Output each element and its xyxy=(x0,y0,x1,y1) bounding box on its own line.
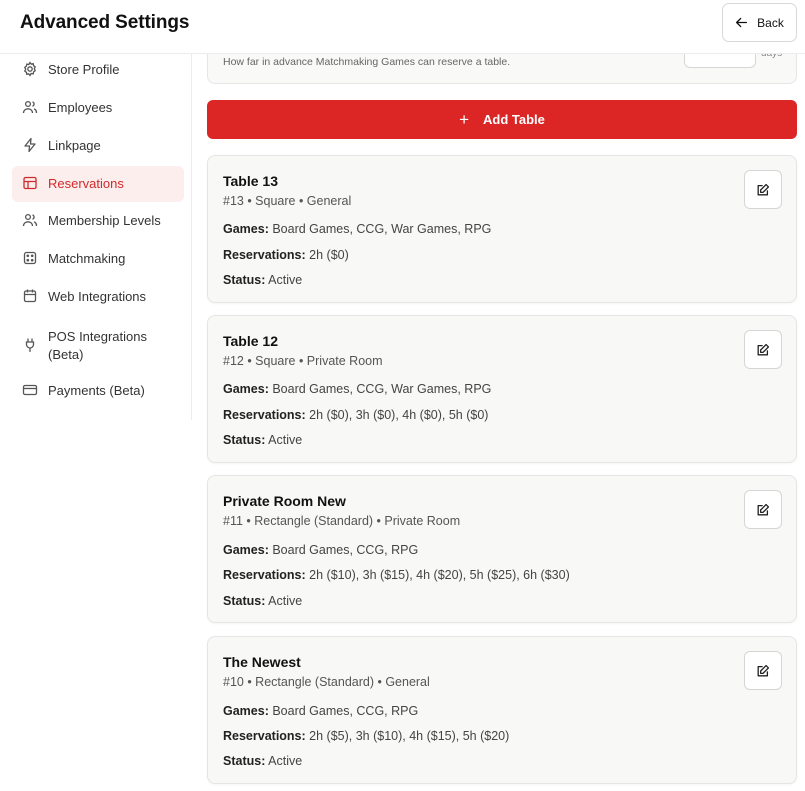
table-meta: #10 • Rectangle (Standard) • General xyxy=(223,675,430,689)
sidebar-item-label: Reservations xyxy=(48,176,124,191)
sidebar-item-membership-levels[interactable]: Membership Levels xyxy=(12,212,184,234)
sidebar-item-label: Web Integrations xyxy=(48,289,147,304)
add-table-label: Add Table xyxy=(483,112,545,127)
sidebar-item-linkpage[interactable]: Linkpage xyxy=(12,137,184,159)
status-label: Status: xyxy=(223,273,266,287)
sidebar-item-label: Matchmaking xyxy=(48,251,126,266)
table-status: Status: Active xyxy=(223,433,302,447)
table-meta: #11 • Rectangle (Standard) • Private Roo… xyxy=(223,514,461,528)
table-status: Status: Active xyxy=(223,594,302,608)
table-card: Table 12 #12 • Square • Private Room Gam… xyxy=(207,315,797,463)
edit-table-button[interactable] xyxy=(744,490,782,529)
plug-icon xyxy=(25,338,35,353)
table-card: Table 13 #13 • Square • General Games: B… xyxy=(207,155,797,303)
edit-icon xyxy=(757,503,770,515)
edit-table-button[interactable] xyxy=(744,330,782,369)
table-status: Status: Active xyxy=(223,754,302,768)
sidebar-item-label: POS Integrations (Beta) xyxy=(48,329,147,362)
status-value: Active xyxy=(268,754,303,768)
table-reservations: Reservations: 2h ($10), 3h ($15), 4h ($2… xyxy=(223,568,570,582)
credit-card-icon xyxy=(22,384,38,396)
users-icon xyxy=(22,213,38,227)
calendar-icon xyxy=(23,289,37,303)
reservations-value: 2h ($0) xyxy=(309,248,349,262)
table-meta: #13 • Square • General xyxy=(223,194,352,208)
table-games: Games: Board Games, CCG, War Games, RPG xyxy=(223,382,491,396)
top-header: Advanced Settings Back xyxy=(0,0,805,54)
sidebar-item-reservations[interactable]: Reservations xyxy=(12,166,184,202)
table-games: Games: Board Games, CCG, RPG xyxy=(223,704,418,718)
status-label: Status: xyxy=(223,594,266,608)
reservations-label: Reservations: xyxy=(223,568,306,582)
table-card: The Newest #10 • Rectangle (Standard) • … xyxy=(207,636,797,784)
table-name: Private Room New xyxy=(223,493,346,509)
sidebar-item-employees[interactable]: Employees xyxy=(12,99,184,121)
table-icon xyxy=(23,176,37,190)
add-table-button[interactable]: + Add Table xyxy=(207,100,797,139)
games-label: Games: xyxy=(223,543,269,557)
edit-table-button[interactable] xyxy=(744,170,782,209)
back-label: Back xyxy=(757,15,784,30)
table-name: Table 13 xyxy=(223,173,278,189)
edit-icon xyxy=(757,664,770,676)
reservations-value: 2h ($10), 3h ($15), 4h ($20), 5h ($25), … xyxy=(309,568,570,582)
bolt-icon xyxy=(24,137,36,153)
sidebar-item-web-integrations[interactable]: Web Integrations xyxy=(12,288,184,310)
edit-icon xyxy=(757,183,770,195)
edit-icon xyxy=(757,343,770,355)
sidebar-item-matchmaking[interactable]: Matchmaking xyxy=(12,250,184,272)
sidebar-item-label: Membership Levels xyxy=(48,213,161,228)
table-name: Table 12 xyxy=(223,333,278,349)
sidebar-item-payments[interactable]: Payments (Beta) xyxy=(12,382,184,404)
table-games: Games: Board Games, CCG, War Games, RPG xyxy=(223,222,491,236)
sidebar-item-label: Store Profile xyxy=(48,62,120,77)
table-reservations: Reservations: 2h ($0) xyxy=(223,248,349,262)
sidebar-item-label: Employees xyxy=(48,100,113,115)
users-icon xyxy=(22,100,38,114)
table-meta: #12 • Square • Private Room xyxy=(223,354,383,368)
reservations-value: 2h ($0), 3h ($0), 4h ($0), 5h ($0) xyxy=(309,408,489,422)
games-label: Games: xyxy=(223,222,269,236)
table-reservations: Reservations: 2h ($0), 3h ($0), 4h ($0),… xyxy=(223,408,488,422)
reservations-value: 2h ($5), 3h ($10), 4h ($15), 5h ($20) xyxy=(309,729,510,743)
games-label: Games: xyxy=(223,382,269,396)
status-label: Status: xyxy=(223,433,266,447)
reservations-label: Reservations: xyxy=(223,729,306,743)
gear-icon xyxy=(23,61,37,77)
table-reservations: Reservations: 2h ($5), 3h ($10), 4h ($15… xyxy=(223,729,509,743)
settings-sidebar: Store Profile Employees Linkpage Reserva… xyxy=(0,54,192,420)
sidebar-item-label: Linkpage xyxy=(48,138,101,153)
sidebar-item-store-profile[interactable]: Store Profile xyxy=(12,61,184,83)
edit-table-button[interactable] xyxy=(744,651,782,690)
sidebar-item-pos-integrations[interactable]: POS Integrations (Beta) xyxy=(12,328,184,368)
games-label: Games: xyxy=(223,704,269,718)
status-value: Active xyxy=(268,273,303,287)
arrow-left-icon xyxy=(736,17,748,28)
table-card: Private Room New #11 • Rectangle (Standa… xyxy=(207,475,797,623)
sidebar-item-label: Payments (Beta) xyxy=(48,383,145,398)
games-value: Board Games, CCG, War Games, RPG xyxy=(272,222,492,236)
status-value: Active xyxy=(268,594,303,608)
reservations-label: Reservations: xyxy=(223,408,306,422)
reservations-label: Reservations: xyxy=(223,248,306,262)
status-label: Status: xyxy=(223,754,266,768)
page-title: Advanced Settings xyxy=(20,12,190,33)
table-status: Status: Active xyxy=(223,273,302,287)
dice-icon xyxy=(23,251,37,265)
status-value: Active xyxy=(268,433,303,447)
games-value: Board Games, CCG, RPG xyxy=(272,543,419,557)
back-button[interactable]: Back xyxy=(722,3,797,42)
games-value: Board Games, CCG, RPG xyxy=(272,704,419,718)
table-name: The Newest xyxy=(223,654,301,670)
advance-reservation-help: How far in advance Matchmaking Games can… xyxy=(223,56,511,68)
table-games: Games: Board Games, CCG, RPG xyxy=(223,543,418,557)
games-value: Board Games, CCG, War Games, RPG xyxy=(272,382,492,396)
plus-icon: + xyxy=(459,110,470,129)
